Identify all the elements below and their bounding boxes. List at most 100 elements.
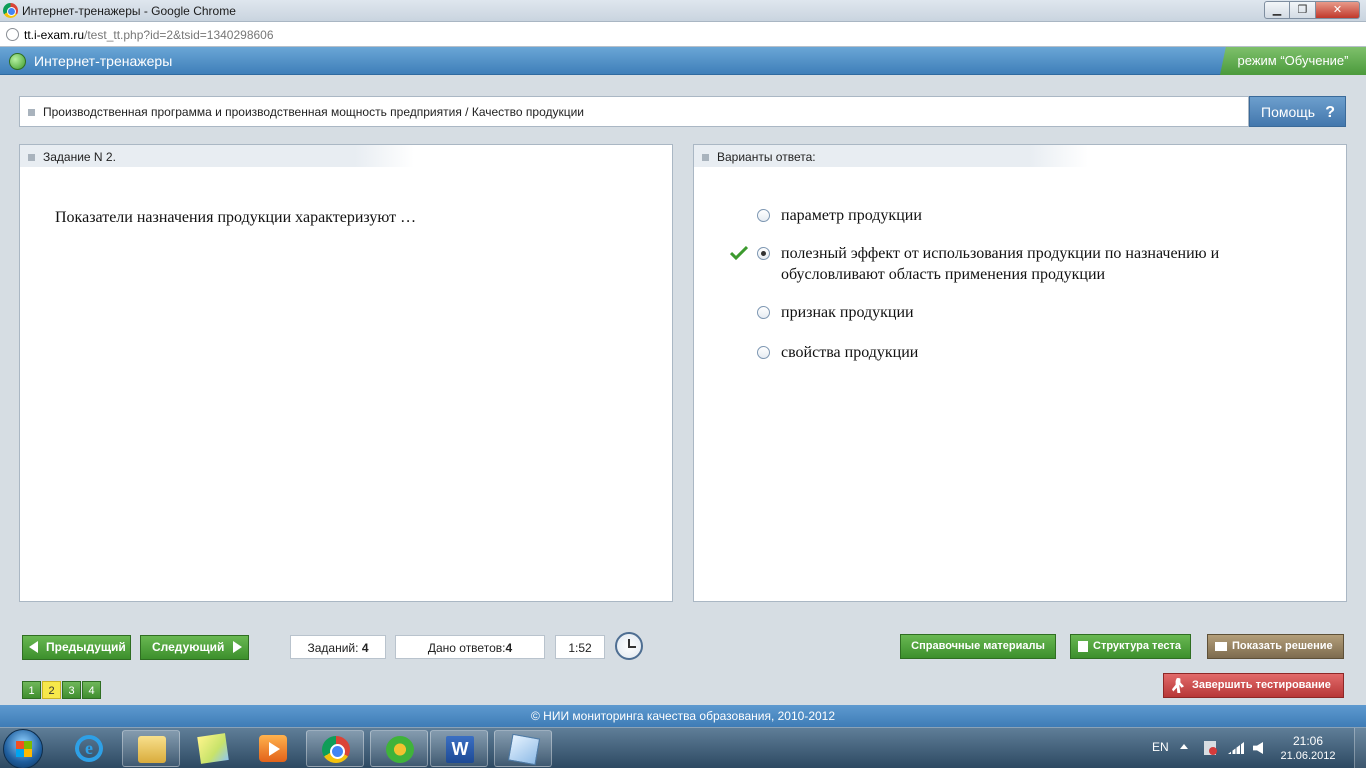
system-tray: EN 21:06 21.06.2012: [1136, 728, 1366, 768]
open-book-icon: [1215, 642, 1227, 651]
mode-badge: режим “Обучение”: [1220, 47, 1366, 75]
bullet-square-icon: [702, 154, 709, 162]
app-header: Интернет-тренажеры режим “Обучение”: [0, 47, 1366, 75]
volume-speaker-icon[interactable]: [1253, 742, 1263, 754]
notepad-icon: [507, 733, 541, 766]
task-panel: Задание N 2. Показатели назначения проду…: [19, 144, 673, 602]
taskbar-chrome[interactable]: [306, 730, 364, 767]
bullet-square-icon: [28, 109, 35, 117]
answer-radio[interactable]: [757, 209, 770, 222]
close-button[interactable]: ✕: [1316, 1, 1360, 19]
show-desktop-button[interactable]: [1354, 728, 1366, 768]
show-hidden-icons-icon[interactable]: [1180, 744, 1188, 749]
question-text: Показатели назначения продукции характер…: [55, 209, 417, 226]
arrow-right-icon: [233, 641, 242, 653]
show-solution-button[interactable]: Показать решение: [1207, 634, 1344, 659]
taskbar-sticky-notes[interactable]: [184, 730, 242, 767]
taskbar-explorer[interactable]: [122, 730, 180, 767]
network-signal-icon[interactable]: [1228, 742, 1244, 754]
clock-time[interactable]: 21:06: [1278, 734, 1338, 748]
previous-button[interactable]: Предыдущий: [22, 635, 131, 660]
answer-option[interactable]: свойства продукции: [730, 342, 1290, 363]
answer-option-selected[interactable]: полезный эффект от использования продукц…: [730, 243, 1290, 285]
question-mark-icon: ?: [1325, 104, 1335, 121]
show-solution-label: Показать решение: [1232, 640, 1333, 652]
page-button-1[interactable]: 1: [22, 681, 41, 699]
tasks-count-value: 4: [361, 641, 369, 655]
next-label: Следующий: [152, 640, 225, 654]
breadcrumb: Производственная программа и производств…: [19, 96, 1249, 127]
window-controls: ▁ ❐ ✕: [1264, 1, 1360, 19]
tasks-count-box: Заданий: 4: [290, 635, 386, 659]
tasks-count-label: Заданий:: [307, 641, 359, 655]
app-logo-icon: [9, 53, 26, 70]
action-center-flag-icon[interactable]: [1204, 741, 1217, 755]
finish-testing-button[interactable]: Завершить тестирование: [1163, 673, 1344, 698]
taskbar-media-player[interactable]: [244, 730, 302, 767]
taskbar-word[interactable]: W: [430, 730, 488, 767]
task-number: Задание N 2.: [43, 150, 116, 164]
help-label: Помощь: [1261, 104, 1316, 120]
answers-count-label: Дано ответов:: [427, 641, 506, 655]
task-pagination: 1 2 3 4: [22, 681, 101, 699]
answer-text: полезный эффект от использования продукц…: [781, 245, 1220, 283]
page-button-2[interactable]: 2: [42, 681, 61, 699]
arrow-left-icon: [29, 641, 38, 653]
test-structure-label: Структура теста: [1093, 640, 1182, 652]
page-footer: © НИИ мониторинга качества образования, …: [0, 705, 1366, 727]
windows-logo-icon: [16, 741, 32, 757]
start-button[interactable]: [3, 729, 43, 768]
url-text[interactable]: tt.i-exam.ru/test_tt.php?id=2&tsid=13402…: [24, 28, 274, 42]
app-title: Интернет-тренажеры: [34, 53, 173, 69]
previous-label: Предыдущий: [46, 640, 126, 654]
reference-materials-button[interactable]: Справочные материалы: [900, 634, 1056, 659]
answer-radio[interactable]: [757, 247, 770, 260]
taskbar-ie[interactable]: e: [60, 730, 118, 767]
clock-date[interactable]: 21.06.2012: [1278, 750, 1338, 762]
answer-text: свойства продукции: [781, 344, 919, 361]
taskbar-notepad[interactable]: [494, 730, 552, 767]
language-indicator[interactable]: EN: [1152, 740, 1169, 754]
answers-header: Варианты ответа:: [694, 145, 1088, 167]
next-button[interactable]: Следующий: [140, 635, 249, 660]
media-player-icon: [259, 735, 287, 762]
maximize-button[interactable]: ❐: [1290, 1, 1316, 19]
answer-radio[interactable]: [757, 306, 770, 319]
url-host: tt.i-exam.ru: [24, 28, 85, 42]
page-button-4[interactable]: 4: [82, 681, 101, 699]
address-bar[interactable]: tt.i-exam.ru/test_tt.php?id=2&tsid=13402…: [0, 22, 1366, 47]
answer-list: параметр продукции полезный эффект от ис…: [730, 205, 1290, 363]
chrome-icon: [3, 3, 18, 18]
icq-flower-icon: [386, 736, 414, 763]
timer-value: 1:52: [568, 641, 592, 655]
taskbar-icq[interactable]: [370, 730, 428, 767]
page-info-icon[interactable]: [6, 28, 19, 41]
answers-header-label: Варианты ответа:: [717, 150, 816, 164]
sticky-notes-icon: [197, 733, 229, 764]
page-button-3[interactable]: 3: [62, 681, 81, 699]
answer-option[interactable]: параметр продукции: [730, 205, 1290, 226]
checkmark-icon: [730, 245, 748, 261]
answer-radio[interactable]: [757, 346, 770, 359]
breadcrumb-text: Производственная программа и производств…: [43, 105, 585, 119]
internet-explorer-icon: e: [75, 735, 103, 762]
task-header: Задание N 2.: [20, 145, 414, 167]
bullet-square-icon: [28, 154, 35, 162]
timer-box: 1:52: [555, 635, 605, 659]
finish-testing-label: Завершить тестирование: [1192, 679, 1331, 691]
test-structure-button[interactable]: Структура теста: [1070, 634, 1191, 659]
answers-panel: Варианты ответа: параметр продукции поле…: [693, 144, 1347, 602]
help-button[interactable]: Помощь ?: [1249, 96, 1346, 127]
browser-title-bar: Интернет-тренажеры - Google Chrome ▁ ❐ ✕: [0, 0, 1366, 22]
answer-text: параметр продукции: [781, 207, 922, 224]
folder-icon: [138, 736, 166, 763]
answer-text: признак продукции: [781, 304, 914, 321]
answer-option[interactable]: признак продукции: [730, 302, 1290, 323]
chrome-icon: [322, 736, 350, 763]
minimize-button[interactable]: ▁: [1264, 1, 1290, 19]
running-man-icon: [1172, 678, 1184, 693]
url-path: /test_tt.php?id=2&tsid=1340298606: [84, 28, 274, 42]
answers-count-value: 4: [505, 641, 513, 655]
list-icon: [1078, 641, 1088, 652]
windows-taskbar: e W EN 21:06 21.06.2012: [0, 727, 1366, 768]
